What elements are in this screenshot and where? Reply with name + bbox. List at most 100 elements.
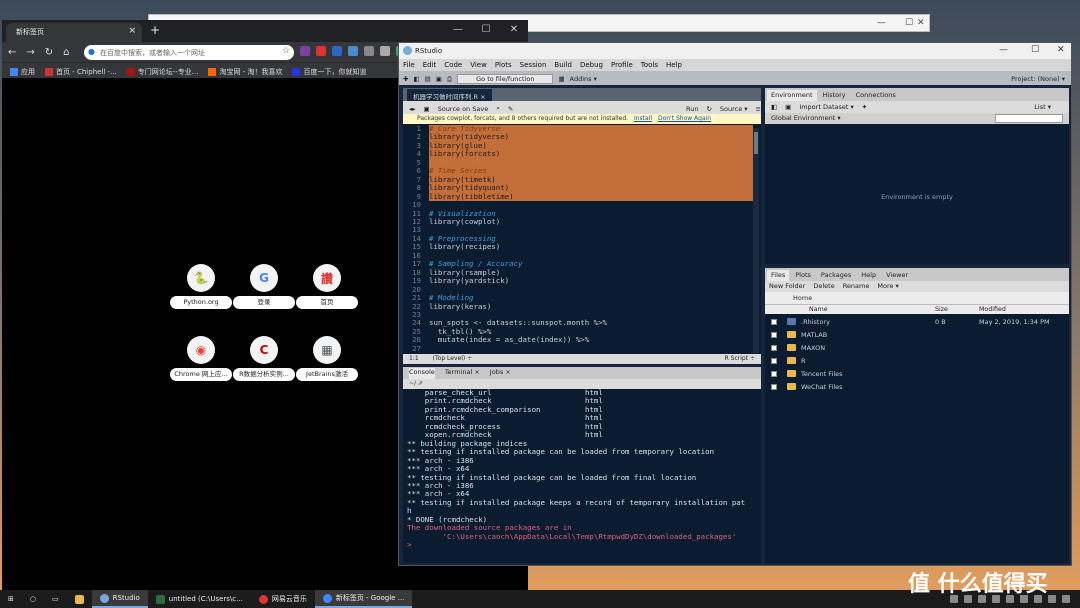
scope-selector[interactable]: (Top Level) ÷	[433, 355, 473, 364]
file-name[interactable]: Tencent Files	[801, 370, 843, 378]
menu-build[interactable]: Build	[554, 61, 572, 71]
source-on-save-checkbox[interactable]: Source on Save	[438, 105, 489, 113]
extension-icon[interactable]	[332, 46, 342, 56]
file-row[interactable]: .Rhistory 0 B May 2, 2019, 1:34 PM	[765, 315, 1069, 328]
extension-icon[interactable]	[348, 46, 358, 56]
shortcut-tile[interactable]: 讚首页	[296, 264, 358, 309]
wand-icon[interactable]: ✎	[508, 105, 513, 113]
tab-terminal[interactable]: Terminal ×	[445, 368, 480, 379]
project-menu[interactable]: Project: (None) ▾	[1011, 75, 1065, 83]
menu-edit[interactable]: Edit	[423, 61, 437, 71]
code-line[interactable]: 9 library(tibbletime)	[403, 192, 753, 202]
bookmark-item[interactable]: 百度一下，你就知道	[292, 66, 366, 78]
name-column-header[interactable]: Name	[809, 306, 828, 313]
bookmark-item[interactable]: 专门网论坛--专业...	[126, 66, 198, 78]
delete-button[interactable]: Delete	[813, 282, 834, 292]
reload-icon[interactable]: ↻	[45, 47, 53, 58]
tab-console[interactable]: Console	[409, 368, 435, 379]
close-icon[interactable]: ✕	[1057, 45, 1065, 55]
file-name[interactable]: R	[801, 357, 806, 365]
minimize-icon[interactable]: —	[877, 18, 886, 28]
save-icon[interactable]: ▣	[424, 105, 430, 113]
close-icon[interactable]: ✕	[500, 20, 528, 42]
file-name[interactable]: .Rhistory	[801, 318, 830, 326]
code-line[interactable]: 22 library(keras)	[403, 302, 753, 311]
menu-tools[interactable]: Tools	[641, 61, 658, 71]
open-icon[interactable]: ◧	[771, 103, 777, 113]
file-name[interactable]: WeChat Files	[801, 383, 843, 391]
menu-help[interactable]: Help	[666, 61, 682, 71]
import-dataset-button[interactable]: Import Dataset ▾	[799, 103, 853, 113]
print-icon[interactable]: ⎙	[447, 75, 452, 84]
rename-button[interactable]: Rename	[843, 282, 870, 292]
tab-plots[interactable]: Plots	[791, 270, 815, 281]
save-icon[interactable]: ▣	[785, 103, 791, 113]
file-checkbox[interactable]	[771, 345, 777, 351]
chrome-tab[interactable]: 新标签页 ×	[6, 23, 142, 42]
bookmark-item[interactable]: 淘宝网 - 淘！我喜欢	[208, 66, 282, 78]
tab-history[interactable]: History	[819, 90, 850, 101]
addins-button[interactable]: Addins ▾	[570, 75, 597, 83]
menu-code[interactable]: Code	[444, 61, 462, 71]
file-row[interactable]: MAXON	[765, 341, 1069, 354]
tab-packages[interactable]: Packages	[817, 270, 855, 281]
tab-help[interactable]: Help	[857, 270, 880, 281]
shortcut-tile[interactable]: ▦ JetBrains激活	[296, 336, 358, 381]
dont-show-link[interactable]: Don't Show Again	[658, 115, 711, 122]
extension-icon[interactable]	[300, 46, 310, 56]
menu-debug[interactable]: Debug	[580, 61, 603, 71]
maximize-icon[interactable]: ☐	[472, 20, 500, 42]
extension-icon[interactable]	[364, 46, 374, 56]
maximize-icon[interactable]: ☐	[905, 18, 913, 28]
extension-icon[interactable]	[380, 46, 390, 56]
code-line[interactable]: 12 library(cowplot)	[403, 217, 753, 226]
tab-files[interactable]: Files	[767, 270, 790, 281]
back-icon[interactable]: ←	[8, 47, 16, 58]
extension-icon[interactable]	[316, 46, 326, 56]
file-row[interactable]: WeChat Files	[765, 380, 1069, 393]
editor-tab[interactable]: 机器学习做时间序列.R ×	[407, 89, 492, 101]
file-row[interactable]: Tencent Files	[765, 367, 1069, 380]
code-line[interactable]: 15 library(recipes)	[403, 242, 753, 251]
file-row[interactable]: R	[765, 354, 1069, 367]
open-file-icon[interactable]: ▤	[425, 75, 431, 83]
taskbar-item-chrome[interactable]: 新标签页 - Google ...	[314, 590, 413, 608]
minimize-icon[interactable]: —	[444, 20, 472, 42]
broom-icon[interactable]: ✦	[862, 103, 867, 113]
environment-search-input[interactable]	[995, 114, 1063, 123]
tray-icon[interactable]	[1048, 595, 1056, 603]
bookmark-item[interactable]: 首页 - Chiphell -...	[45, 66, 117, 78]
omnibox[interactable]: ● 在百度中搜索，或者输入一个网址 ☆	[84, 45, 294, 60]
new-folder-button[interactable]: New Folder	[769, 282, 805, 292]
file-checkbox[interactable]	[771, 358, 777, 364]
file-name[interactable]: MAXON	[801, 344, 825, 352]
file-type-selector[interactable]: R Script ÷	[725, 355, 755, 364]
editor-scrollbar[interactable]	[753, 128, 759, 353]
files-breadcrumb[interactable]: Home	[765, 292, 1069, 304]
file-checkbox[interactable]	[771, 371, 777, 377]
modified-column-header[interactable]: Modified	[979, 306, 1006, 313]
forward-icon[interactable]: →	[26, 47, 34, 58]
taskbar-item-editor[interactable]: untitled (C:\Users\c...	[148, 590, 251, 608]
file-checkbox[interactable]	[771, 319, 777, 325]
grid-icon[interactable]: ▦	[558, 75, 564, 83]
shortcut-tile[interactable]: G 登录	[233, 264, 295, 309]
menu-session[interactable]: Session	[520, 61, 547, 71]
open-project-icon[interactable]: ◧	[413, 75, 419, 83]
install-link[interactable]: Install	[634, 115, 652, 122]
tab-viewer[interactable]: Viewer	[882, 270, 912, 281]
minimize-icon[interactable]: —	[999, 45, 1008, 55]
goto-file-input[interactable]: Go to file/function	[457, 74, 554, 84]
run-button[interactable]: Run	[686, 105, 698, 113]
file-row[interactable]: MATLAB	[765, 328, 1069, 341]
code-line[interactable]: 27	[403, 344, 753, 353]
rerun-icon[interactable]: ↻	[706, 105, 711, 113]
code-line[interactable]: 4 library(forcats)	[403, 149, 753, 159]
new-tab-button[interactable]: +	[150, 23, 160, 37]
tab-connections[interactable]: Connections	[852, 90, 900, 101]
search-icon[interactable]: ⌕	[496, 104, 500, 113]
file-checkbox[interactable]	[771, 384, 777, 390]
list-view-selector[interactable]: List ▾	[1034, 103, 1051, 113]
menu-profile[interactable]: Profile	[611, 61, 633, 71]
close-icon[interactable]: ✕	[917, 18, 925, 28]
